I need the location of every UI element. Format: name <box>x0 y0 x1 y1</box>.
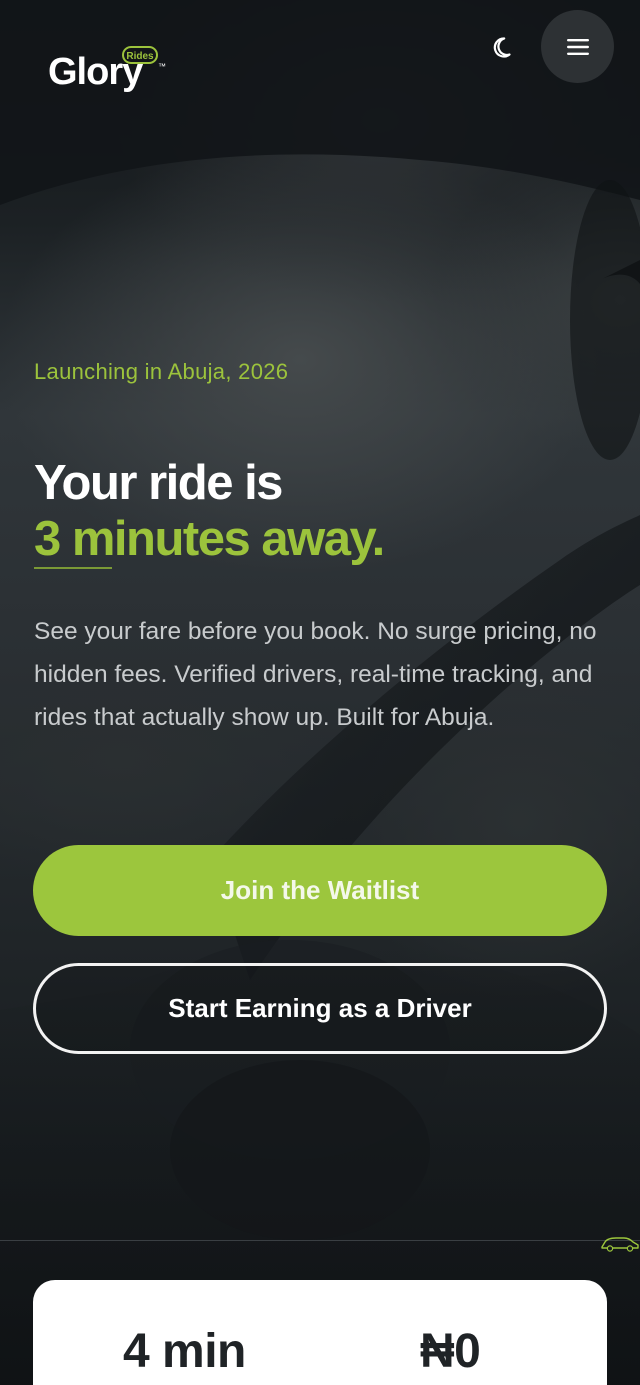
stat-fee-value: ₦0 <box>420 1325 481 1378</box>
hero-description: See your fare before you book. No surge … <box>34 618 597 731</box>
join-waitlist-button[interactable]: Join the Waitlist <box>33 845 607 936</box>
stats-card <box>33 1280 607 1385</box>
top-navigation-bar: Glory Rides ™ <box>0 0 640 96</box>
hero-headline: Your ride is 3 minutes away. <box>34 455 594 567</box>
accent-divider <box>34 567 112 569</box>
logo-rides-badge: Rides <box>122 46 158 64</box>
menu-button[interactable] <box>541 10 614 83</box>
headline-line-1: Your ride is <box>34 455 283 510</box>
launch-eyebrow: Launching in Abuja, 2026 <box>34 359 289 384</box>
glory-rides-logo[interactable]: Glory Rides ™ <box>24 24 166 92</box>
theme-toggle-button[interactable] <box>486 28 524 66</box>
road-line-divider <box>0 1240 640 1241</box>
start-earning-driver-button[interactable]: Start Earning as a Driver <box>33 963 607 1054</box>
headline-line-2: 3 minutes away. <box>34 511 385 566</box>
car-icon <box>601 1237 639 1252</box>
stat-eta-value: 4 min <box>123 1325 246 1378</box>
hamburger-menu-icon <box>566 38 589 55</box>
logo-trademark: ™ <box>158 62 166 71</box>
moon-icon <box>493 37 511 58</box>
